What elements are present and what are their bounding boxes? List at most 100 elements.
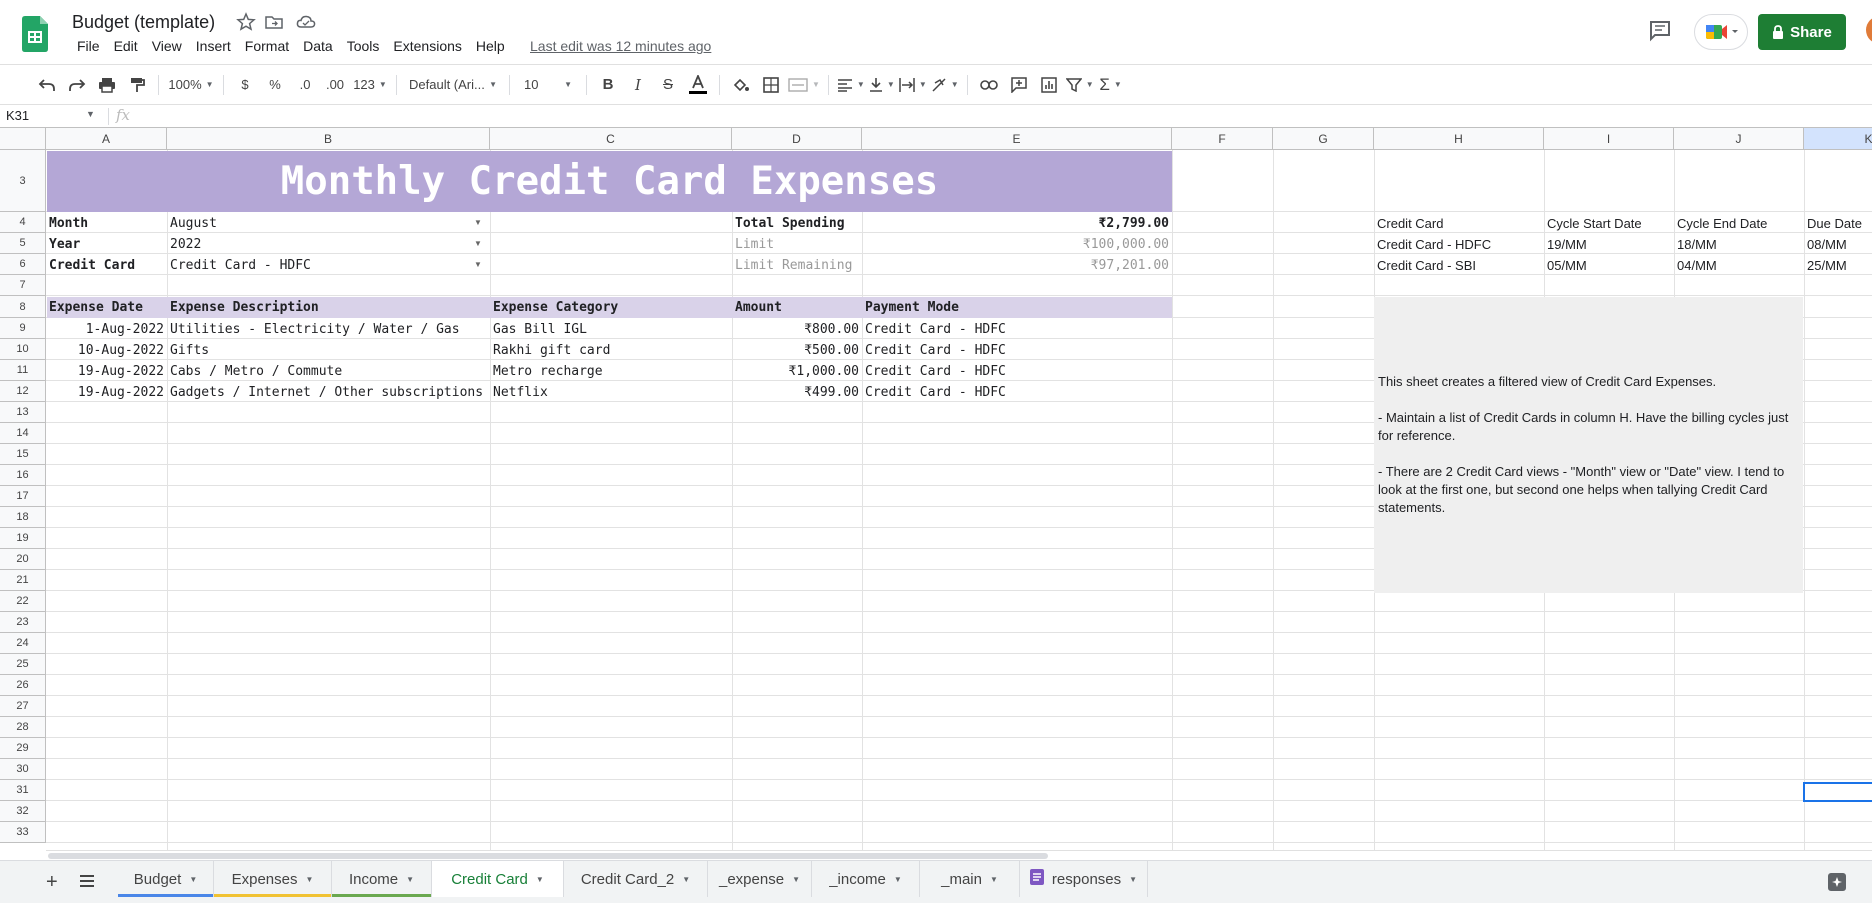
explore-icon[interactable] bbox=[1826, 871, 1848, 893]
card-cycle-end[interactable]: 18/MM bbox=[1674, 234, 1804, 254]
row-header[interactable]: 24 bbox=[0, 633, 46, 654]
fill-color-icon[interactable] bbox=[728, 71, 754, 99]
increase-decimal-button[interactable]: .00 bbox=[322, 71, 348, 99]
chevron-down-icon[interactable]: ▼ bbox=[189, 875, 197, 884]
card-cycle-start[interactable]: 05/MM bbox=[1544, 255, 1674, 275]
insert-comment-icon[interactable] bbox=[1006, 71, 1032, 99]
expense-category[interactable]: Netflix bbox=[490, 382, 732, 402]
merge-cells-icon[interactable]: ▼ bbox=[788, 71, 820, 99]
chevron-down-icon[interactable]: ▼ bbox=[682, 875, 690, 884]
cards-header-cycle-end[interactable]: Cycle End Date bbox=[1674, 213, 1804, 233]
expense-payment-mode[interactable]: Credit Card - HDFC bbox=[862, 319, 1172, 339]
chevron-down-icon[interactable]: ▼ bbox=[86, 109, 95, 119]
menu-view[interactable]: View bbox=[145, 38, 189, 54]
expense-amount[interactable]: ₹1,000.00 bbox=[732, 361, 862, 381]
meet-button[interactable] bbox=[1694, 14, 1748, 50]
chevron-down-icon[interactable]: ▼ bbox=[474, 260, 482, 269]
percent-format-button[interactable]: % bbox=[262, 71, 288, 99]
column-header-d[interactable]: D bbox=[732, 128, 862, 150]
text-wrapping-icon[interactable]: ▼ bbox=[899, 71, 927, 99]
row-header[interactable]: 6 bbox=[0, 254, 46, 275]
sheet-tab[interactable]: Budget ▼ bbox=[118, 861, 214, 897]
sheet-tab[interactable]: _expense ▼ bbox=[708, 861, 812, 897]
comments-icon[interactable] bbox=[1648, 20, 1672, 42]
sheet-tab[interactable]: Income ▼ bbox=[332, 861, 432, 897]
limit-value[interactable]: ₹100,000.00 bbox=[862, 234, 1172, 254]
expense-category[interactable]: Rakhi gift card bbox=[490, 340, 732, 360]
chevron-down-icon[interactable]: ▼ bbox=[894, 875, 902, 884]
row-header[interactable]: 25 bbox=[0, 654, 46, 675]
row-header[interactable]: 33 bbox=[0, 822, 46, 843]
last-edit-link[interactable]: Last edit was 12 minutes ago bbox=[530, 38, 711, 54]
row-header[interactable]: 22 bbox=[0, 591, 46, 612]
horizontal-scrollbar[interactable] bbox=[46, 850, 1872, 860]
document-title[interactable]: Budget (template) bbox=[72, 12, 215, 33]
cloud-saved-icon[interactable] bbox=[296, 12, 316, 32]
row-header[interactable]: 10 bbox=[0, 339, 46, 360]
expense-payment-mode[interactable]: Credit Card - HDFC bbox=[862, 382, 1172, 402]
month-dropdown[interactable]: August bbox=[167, 213, 490, 233]
expense-amount[interactable]: ₹499.00 bbox=[732, 382, 862, 402]
column-header-c[interactable]: C bbox=[490, 128, 732, 150]
row-header[interactable]: 17 bbox=[0, 486, 46, 507]
functions-icon[interactable]: Σ ▼ bbox=[1098, 71, 1124, 99]
sheet-tab[interactable]: Expenses ▼ bbox=[214, 861, 332, 897]
card-name[interactable]: Credit Card - SBI bbox=[1374, 255, 1544, 275]
account-avatar[interactable] bbox=[1866, 16, 1872, 44]
menu-insert[interactable]: Insert bbox=[189, 38, 238, 54]
row-header[interactable]: 19 bbox=[0, 528, 46, 549]
spreadsheet-grid[interactable]: A B C D E F G H I J K 3 4 5 6 7 8 9 10 11 12 13 14 1… bbox=[0, 128, 1872, 850]
chevron-down-icon[interactable]: ▼ bbox=[536, 875, 544, 884]
row-header[interactable]: 27 bbox=[0, 696, 46, 717]
expense-category[interactable]: Gas Bill IGL bbox=[490, 319, 732, 339]
filter-icon[interactable]: ▼ bbox=[1065, 71, 1094, 99]
sheets-logo-icon[interactable] bbox=[22, 16, 48, 52]
cards-header-cycle-start[interactable]: Cycle Start Date bbox=[1544, 213, 1674, 233]
column-header-e[interactable]: E bbox=[862, 128, 1172, 150]
expense-amount[interactable]: ₹500.00 bbox=[732, 340, 862, 360]
horizontal-align-icon[interactable]: ▼ bbox=[837, 71, 865, 99]
expense-date[interactable]: 1-Aug-2022 bbox=[46, 319, 167, 339]
row-header[interactable]: 23 bbox=[0, 612, 46, 633]
row-header[interactable]: 14 bbox=[0, 423, 46, 444]
card-cycle-end[interactable]: 04/MM bbox=[1674, 255, 1804, 275]
font-family-select[interactable]: Default (Ari... ▼ bbox=[405, 71, 501, 99]
row-header[interactable]: 29 bbox=[0, 738, 46, 759]
column-header-g[interactable]: G bbox=[1273, 128, 1374, 150]
header-amount[interactable]: Amount bbox=[732, 297, 862, 318]
menu-extensions[interactable]: Extensions bbox=[386, 38, 468, 54]
expense-payment-mode[interactable]: Credit Card - HDFC bbox=[862, 340, 1172, 360]
row-header[interactable]: 3 bbox=[0, 150, 46, 212]
sheet-tab[interactable]: _income ▼ bbox=[812, 861, 920, 897]
expense-date[interactable]: 19-Aug-2022 bbox=[46, 361, 167, 381]
total-spending-value[interactable]: ₹2,799.00 bbox=[862, 213, 1172, 233]
sheet-banner-title[interactable]: Monthly Credit Card Expenses bbox=[47, 151, 1172, 212]
insert-link-icon[interactable] bbox=[976, 71, 1002, 99]
chevron-down-icon[interactable]: ▼ bbox=[474, 218, 482, 227]
expense-description[interactable]: Gifts bbox=[167, 340, 490, 360]
paint-format-icon[interactable] bbox=[124, 71, 150, 99]
instructions-note[interactable]: This sheet creates a filtered view of Cr… bbox=[1374, 297, 1803, 593]
header-expense-description[interactable]: Expense Description bbox=[167, 297, 490, 318]
all-sheets-icon[interactable] bbox=[78, 873, 96, 889]
strikethrough-icon[interactable]: S bbox=[655, 71, 681, 99]
borders-icon[interactable] bbox=[758, 71, 784, 99]
row-header[interactable]: 26 bbox=[0, 675, 46, 696]
menu-tools[interactable]: Tools bbox=[340, 38, 387, 54]
decrease-decimal-button[interactable]: .0 bbox=[292, 71, 318, 99]
redo-icon[interactable] bbox=[64, 71, 90, 99]
more-formats-button[interactable]: 123 ▼ bbox=[352, 71, 388, 99]
row-header[interactable]: 30 bbox=[0, 759, 46, 780]
sheet-tab[interactable]: Credit Card ▼ bbox=[432, 861, 564, 897]
card-name[interactable]: Credit Card - HDFC bbox=[1374, 234, 1544, 254]
row-header[interactable]: 7 bbox=[0, 275, 46, 296]
expense-date[interactable]: 19-Aug-2022 bbox=[46, 382, 167, 402]
header-payment-mode[interactable]: Payment Mode bbox=[862, 297, 1172, 318]
font-size-select[interactable]: 10 ▼ bbox=[518, 71, 578, 99]
row-header[interactable]: 11 bbox=[0, 360, 46, 381]
sheet-tab[interactable]: _main ▼ bbox=[920, 861, 1020, 897]
card-cycle-start[interactable]: 19/MM bbox=[1544, 234, 1674, 254]
select-all-corner[interactable] bbox=[0, 128, 46, 150]
chevron-down-icon[interactable]: ▼ bbox=[305, 875, 313, 884]
currency-format-button[interactable]: $ bbox=[232, 71, 258, 99]
